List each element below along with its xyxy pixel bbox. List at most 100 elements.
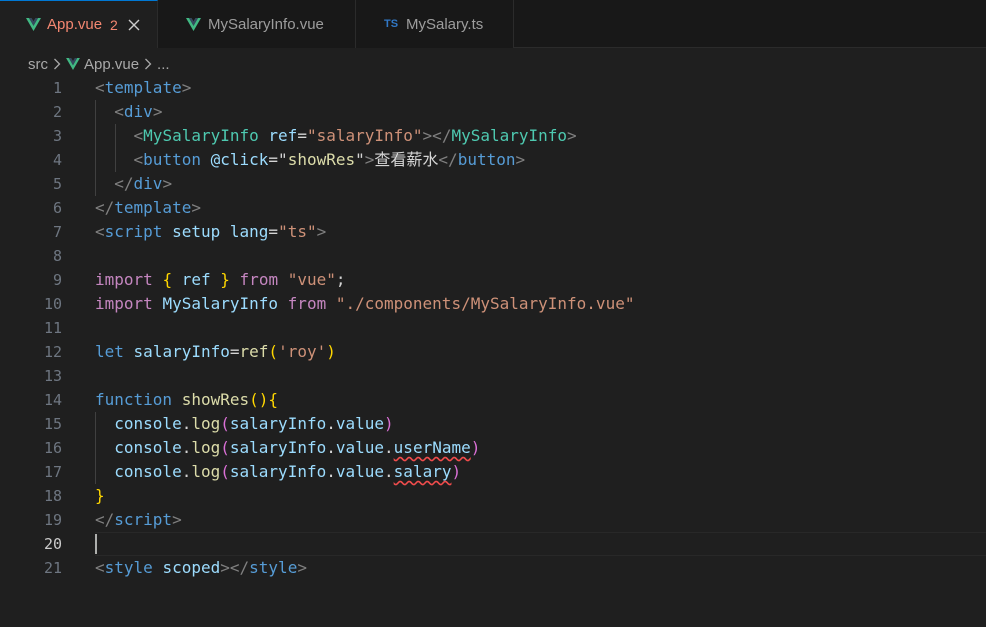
code-editor[interactable]: 1 <template> 2 <div> 3 <MySalaryInfo ref="s… <box>0 76 986 627</box>
code-token: scoped <box>162 558 221 577</box>
code-token: ( <box>220 462 230 481</box>
code-line[interactable]: 10 import MySalaryInfo from "./components… <box>0 292 986 316</box>
code-line[interactable]: 18} <box>0 484 986 508</box>
code-line[interactable]: 8 <box>0 244 986 268</box>
breadcrumb: src App.vue ... <box>0 52 170 76</box>
line-number: 9 <box>52 271 62 289</box>
code-token: </ <box>114 174 134 193</box>
code-token: </ <box>438 150 458 169</box>
code-token: style <box>104 558 153 577</box>
line-number: 1 <box>52 79 62 97</box>
chevron-right-icon <box>53 58 61 70</box>
close-icon[interactable] <box>128 17 141 33</box>
code-line[interactable]: 16 console.log(salaryInfo.value.userName… <box>0 436 986 460</box>
code-line[interactable]: 5 </div> <box>0 172 986 196</box>
code-token: . <box>181 462 192 481</box>
code-token: MySalaryInfo <box>451 126 568 145</box>
code-line[interactable]: 20 <box>0 532 986 556</box>
breadcrumb-file[interactable]: App.vue <box>84 56 139 73</box>
code-line[interactable]: 19 </script> <box>0 508 986 532</box>
code-token: ( <box>220 414 230 433</box>
code-token: > <box>181 78 192 97</box>
code-token: ( <box>220 438 230 457</box>
code-line[interactable]: 3 <MySalaryInfo ref="salaryInfo"></MySal… <box>0 124 986 148</box>
code-line[interactable]: 17 console.log(salaryInfo.value.salary) <box>0 460 986 484</box>
code-text: <MySalaryInfo ref="salaryInfo"></MySalar… <box>95 124 577 148</box>
code-token: import <box>95 294 153 313</box>
ts-icon: TS <box>383 18 399 30</box>
code-line[interactable]: 2 <div> <box>0 100 986 124</box>
tab-mysalary-ts[interactable]: TS MySalary.ts <box>356 0 514 48</box>
code-line[interactable]: 7 <script setup lang="ts"> <box>0 220 986 244</box>
code-line[interactable]: 9 import { ref } from "vue"; <box>0 268 986 292</box>
code-token: ( <box>268 342 279 361</box>
code-line[interactable]: 12 let salaryInfo=ref('roy') <box>0 340 986 364</box>
code-token: log <box>191 462 221 481</box>
code-token: setup <box>172 222 221 241</box>
code-token: < <box>95 222 105 241</box>
line-number: 15 <box>43 415 62 433</box>
code-text: console.log(salaryInfo.value.userName) <box>95 436 480 460</box>
code-token: @click <box>210 150 269 169</box>
code-line[interactable]: 21 <style scoped></style> <box>0 556 986 580</box>
code-token: > <box>364 150 375 169</box>
code-token: template <box>114 198 192 217</box>
breadcrumb-folder[interactable]: src <box>28 56 48 73</box>
code-token: salaryInfo <box>133 342 230 361</box>
code-token: 查看薪水 <box>374 150 439 169</box>
code-line[interactable]: 6 </template> <box>0 196 986 220</box>
code-line[interactable]: 15 console.log(salaryInfo.value) <box>0 412 986 436</box>
code-token: . <box>384 438 394 457</box>
code-token: " <box>278 150 288 169</box>
line-number: 13 <box>43 367 62 385</box>
breadcrumb-symbol[interactable]: ... <box>157 56 170 73</box>
code-line[interactable]: 14 function showRes(){ <box>0 388 986 412</box>
code-text: <script setup lang="ts"> <box>95 220 326 244</box>
code-text: import MySalaryInfo from "./components/M… <box>95 292 634 316</box>
code-token: "vue" <box>287 270 336 289</box>
code-token: . <box>181 438 192 457</box>
editor-tab-bar: App.vue 2 MySalaryInfo.vue TS MySalary.t… <box>0 0 986 48</box>
code-line[interactable]: 1 <template> <box>0 76 986 100</box>
code-token: () <box>249 390 269 409</box>
code-token: > <box>316 222 327 241</box>
code-token: ></ <box>422 126 452 145</box>
tab-app-vue[interactable]: App.vue 2 <box>0 0 158 48</box>
code-token: ref <box>181 270 211 289</box>
code-text: </script> <box>95 508 182 532</box>
code-token: log <box>191 414 221 433</box>
code-token: { <box>162 270 173 289</box>
line-number: 3 <box>52 127 62 145</box>
code-text: import { ref } from "vue"; <box>95 268 346 292</box>
code-line[interactable]: 4 <button @click="showRes">查看薪水</button> <box>0 148 986 172</box>
code-line[interactable]: 11 <box>0 316 986 340</box>
code-token: script <box>114 510 173 529</box>
line-number: 5 <box>52 175 62 193</box>
tab-label: MySalary.ts <box>406 15 484 33</box>
code-token: . <box>326 414 336 433</box>
tab-mysalaryinfo-vue[interactable]: MySalaryInfo.vue <box>158 0 356 48</box>
indent-guide <box>95 412 96 484</box>
chevron-right-icon <box>144 58 152 70</box>
code-token: ></ <box>220 558 250 577</box>
code-token: = <box>229 342 240 361</box>
line-number: 8 <box>52 247 62 265</box>
code-token: console <box>114 438 182 457</box>
code-token: button <box>143 150 201 169</box>
line-number: 12 <box>43 343 62 361</box>
code-text: </template> <box>95 196 201 220</box>
tab-label: App.vue <box>47 16 103 33</box>
code-token: > <box>567 126 577 145</box>
code-token: < <box>114 102 124 121</box>
code-line[interactable]: 13 <box>0 364 986 388</box>
code-token: > <box>172 510 182 529</box>
line-number: 4 <box>52 151 62 169</box>
code-token: </ <box>95 198 115 217</box>
